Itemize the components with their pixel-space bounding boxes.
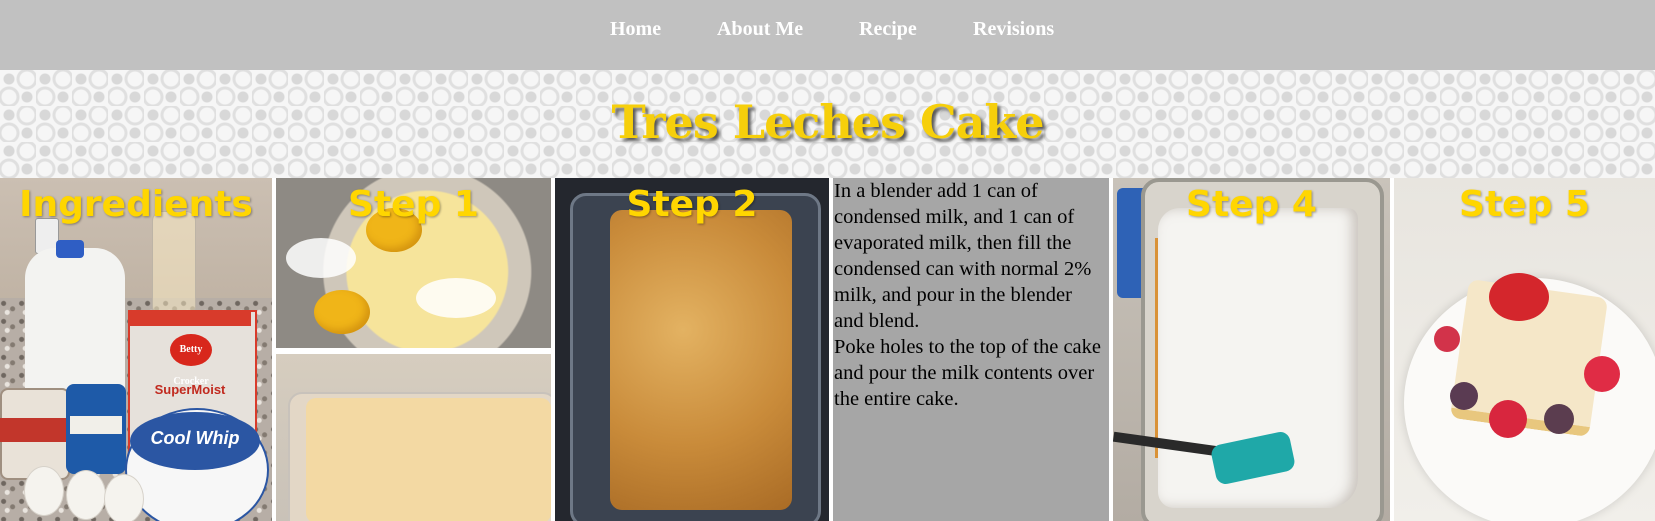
blueberry (1450, 382, 1478, 410)
step5-label: Step 5 (1459, 184, 1590, 225)
step1-photo: Step 1 (276, 178, 551, 521)
cake-batter (306, 398, 551, 521)
step3-instructions: In a blender add 1 can of condensed milk… (833, 178, 1109, 521)
ingredients-photo: Betty Crocker SuperMoist Cool Whip Ingre… (0, 178, 272, 521)
raspberry (1434, 326, 1460, 352)
step2-photo: Step 2 (555, 178, 829, 521)
nav-recipe-link[interactable]: Recipe (859, 18, 917, 41)
egg (104, 474, 144, 521)
milk-cap (56, 240, 84, 258)
betty-crocker-logo: Betty Crocker (170, 334, 212, 387)
step4-label: Step 4 (1186, 184, 1317, 225)
step4-photo: Step 4 (1113, 178, 1390, 521)
egg (24, 466, 64, 516)
vanilla-bottle (152, 211, 196, 313)
step3-text-blend: In a blender add 1 can of condensed milk… (834, 180, 1092, 332)
egg-yolk (314, 290, 370, 334)
evaporated-milk-label (0, 418, 68, 442)
raspberry (1584, 356, 1620, 392)
page-title: Tres Leches Cake (611, 95, 1044, 149)
top-nav: Home About Me Recipe Revisions (0, 0, 1655, 70)
cool-whip-logo: Cool Whip (150, 428, 240, 448)
nav-home-link[interactable]: Home (610, 18, 661, 41)
cake-mix-box-top (130, 312, 251, 326)
raspberry (1489, 400, 1527, 438)
step2-label: Step 2 (626, 184, 758, 225)
strawberry-topping (1489, 273, 1549, 321)
ingredients-label: Ingredients (19, 184, 253, 225)
blueberry (1544, 404, 1574, 434)
milk-splash (416, 278, 496, 318)
step5-photo: Step 5 (1394, 178, 1655, 521)
nav-revisions-link[interactable]: Revisions (973, 18, 1054, 41)
step3-text-pour: Poke holes to the top of the cake and po… (834, 336, 1102, 410)
baked-cake (610, 210, 792, 510)
nav-about-me-link[interactable]: About Me (717, 18, 803, 41)
milk-splash (286, 238, 356, 278)
hero-banner: Tres Leches Cake (0, 70, 1655, 178)
egg (66, 470, 106, 520)
step1-label: Step 1 (348, 184, 479, 225)
condensed-milk-label (70, 416, 122, 434)
cake-mix-product: SuperMoist (154, 382, 226, 397)
